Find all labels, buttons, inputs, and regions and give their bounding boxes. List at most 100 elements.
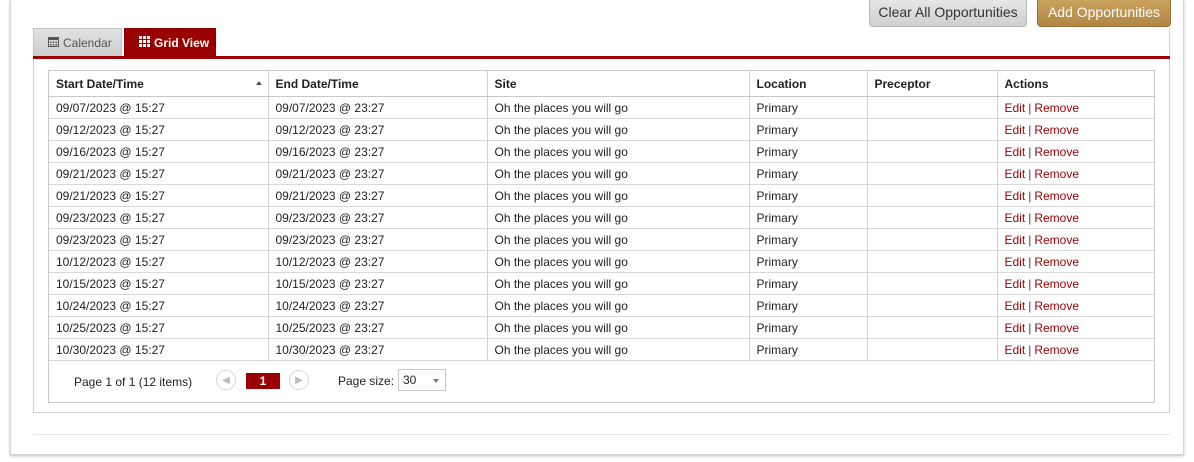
- action-separator: |: [1028, 188, 1032, 203]
- remove-link[interactable]: Remove: [1034, 255, 1079, 269]
- cell-preceptor: [867, 250, 998, 273]
- table-row: 09/23/2023 @ 15:27 09/23/2023 @ 23:27 Oh t…: [49, 228, 1154, 251]
- cell-end-date: 09/21/2023 @ 23:27: [268, 162, 488, 185]
- action-separator: |: [1028, 342, 1032, 357]
- cell-end-date: 09/12/2023 @ 23:27: [268, 118, 488, 141]
- cell-end-date: 10/24/2023 @ 23:27: [268, 294, 488, 317]
- cell-preceptor: [867, 162, 998, 185]
- table-row: 09/23/2023 @ 15:27 09/23/2023 @ 23:27 Oh t…: [49, 206, 1154, 229]
- opportunities-table: Start Date/Time End Date/Time Site Locat…: [49, 71, 1154, 361]
- cell-site: Oh the places you will go: [487, 206, 750, 229]
- cell-location: Primary: [749, 316, 868, 339]
- remove-link[interactable]: Remove: [1034, 211, 1079, 225]
- chevron-left-icon: ◀: [222, 374, 230, 386]
- remove-link[interactable]: Remove: [1034, 321, 1079, 335]
- cell-start-date: 09/23/2023 @ 15:27: [49, 228, 269, 251]
- tab-calendar[interactable]: Calendar: [33, 28, 122, 56]
- cell-actions: Edit | Remove: [997, 228, 1154, 251]
- cell-start-date: 09/12/2023 @ 15:27: [49, 118, 269, 141]
- cell-site: Oh the places you will go: [487, 228, 750, 251]
- grid-icon: [139, 35, 150, 50]
- edit-link[interactable]: Edit: [1005, 123, 1026, 137]
- current-page-indicator[interactable]: 1: [246, 373, 280, 389]
- table-row: 09/12/2023 @ 15:27 09/12/2023 @ 23:27 Oh t…: [49, 118, 1154, 141]
- remove-link[interactable]: Remove: [1034, 145, 1079, 159]
- table-header-row: Start Date/Time End Date/Time Site Locat…: [49, 71, 1154, 97]
- remove-link[interactable]: Remove: [1034, 123, 1079, 137]
- opportunities-grid: Start Date/Time End Date/Time Site Locat…: [48, 70, 1155, 403]
- edit-link[interactable]: Edit: [1005, 255, 1026, 269]
- cell-location: Primary: [749, 140, 868, 163]
- action-separator: |: [1028, 100, 1032, 115]
- column-header-site[interactable]: Site: [487, 71, 750, 97]
- cell-location: Primary: [749, 96, 868, 119]
- column-header-preceptor-label: Preceptor: [874, 76, 931, 91]
- edit-link[interactable]: Edit: [1005, 321, 1026, 335]
- remove-link[interactable]: Remove: [1034, 189, 1079, 203]
- column-header-end-label: End Date/Time: [275, 76, 359, 91]
- cell-actions: Edit | Remove: [997, 118, 1154, 141]
- cell-start-date: 10/15/2023 @ 15:27: [49, 272, 269, 295]
- column-header-location[interactable]: Location: [749, 71, 868, 97]
- clear-all-label: Clear All Opportunities: [878, 4, 1018, 20]
- page-size-select[interactable]: 30: [398, 369, 446, 391]
- cell-actions: Edit | Remove: [997, 316, 1154, 339]
- action-separator: |: [1028, 210, 1032, 225]
- cell-location: Primary: [749, 118, 868, 141]
- cell-start-date: 09/21/2023 @ 15:27: [49, 162, 269, 185]
- tab-underline: [33, 56, 1170, 59]
- action-separator: |: [1028, 232, 1032, 247]
- cell-site: Oh the places you will go: [487, 140, 750, 163]
- cell-start-date: 10/12/2023 @ 15:27: [49, 250, 269, 273]
- edit-link[interactable]: Edit: [1005, 145, 1026, 159]
- remove-link[interactable]: Remove: [1034, 299, 1079, 313]
- tab-grid-view[interactable]: Grid View: [124, 28, 216, 56]
- remove-link[interactable]: Remove: [1034, 167, 1079, 181]
- remove-link[interactable]: Remove: [1034, 233, 1079, 247]
- cell-start-date: 10/25/2023 @ 15:27: [49, 316, 269, 339]
- remove-link[interactable]: Remove: [1034, 101, 1079, 115]
- cell-site: Oh the places you will go: [487, 272, 750, 295]
- remove-link[interactable]: Remove: [1034, 343, 1079, 357]
- edit-link[interactable]: Edit: [1005, 101, 1026, 115]
- pager: Page 1 of 1 (12 items) ◀ 1 ▶ Page size: …: [49, 358, 1154, 402]
- remove-link[interactable]: Remove: [1034, 277, 1079, 291]
- column-header-end[interactable]: End Date/Time: [268, 71, 488, 97]
- edit-link[interactable]: Edit: [1005, 167, 1026, 181]
- cell-start-date: 09/23/2023 @ 15:27: [49, 206, 269, 229]
- cell-end-date: 10/25/2023 @ 23:27: [268, 316, 488, 339]
- next-page-button[interactable]: ▶: [289, 370, 309, 390]
- add-opportunities-button[interactable]: Add Opportunities: [1037, 0, 1171, 27]
- chevron-right-icon: ▶: [295, 374, 303, 386]
- edit-link[interactable]: Edit: [1005, 299, 1026, 313]
- column-header-site-label: Site: [494, 76, 517, 91]
- cell-end-date: 09/21/2023 @ 23:27: [268, 184, 488, 207]
- cell-site: Oh the places you will go: [487, 96, 750, 119]
- column-header-location-label: Location: [756, 76, 807, 91]
- table-row: 09/07/2023 @ 15:27 09/07/2023 @ 23:27 Oh t…: [49, 96, 1154, 119]
- cell-actions: Edit | Remove: [997, 140, 1154, 163]
- prev-page-button[interactable]: ◀: [216, 370, 236, 390]
- edit-link[interactable]: Edit: [1005, 277, 1026, 291]
- clear-all-opportunities-button[interactable]: Clear All Opportunities: [869, 0, 1027, 27]
- edit-link[interactable]: Edit: [1005, 189, 1026, 203]
- cell-preceptor: [867, 206, 998, 229]
- cell-site: Oh the places you will go: [487, 162, 750, 185]
- cell-location: Primary: [749, 250, 868, 273]
- cell-end-date: 09/23/2023 @ 23:27: [268, 206, 488, 229]
- action-separator: |: [1028, 276, 1032, 291]
- cell-location: Primary: [749, 228, 868, 251]
- cell-site: Oh the places you will go: [487, 184, 750, 207]
- column-header-preceptor[interactable]: Preceptor: [867, 71, 998, 97]
- cell-end-date: 10/12/2023 @ 23:27: [268, 250, 488, 273]
- cell-actions: Edit | Remove: [997, 96, 1154, 119]
- column-header-start[interactable]: Start Date/Time: [49, 71, 269, 97]
- edit-link[interactable]: Edit: [1005, 343, 1026, 357]
- add-opportunities-label: Add Opportunities: [1047, 4, 1161, 20]
- cell-start-date: 10/24/2023 @ 15:27: [49, 294, 269, 317]
- edit-link[interactable]: Edit: [1005, 211, 1026, 225]
- edit-link[interactable]: Edit: [1005, 233, 1026, 247]
- table-row: 09/21/2023 @ 15:27 09/21/2023 @ 23:27 Oh t…: [49, 162, 1154, 185]
- cell-location: Primary: [749, 184, 868, 207]
- cell-actions: Edit | Remove: [997, 184, 1154, 207]
